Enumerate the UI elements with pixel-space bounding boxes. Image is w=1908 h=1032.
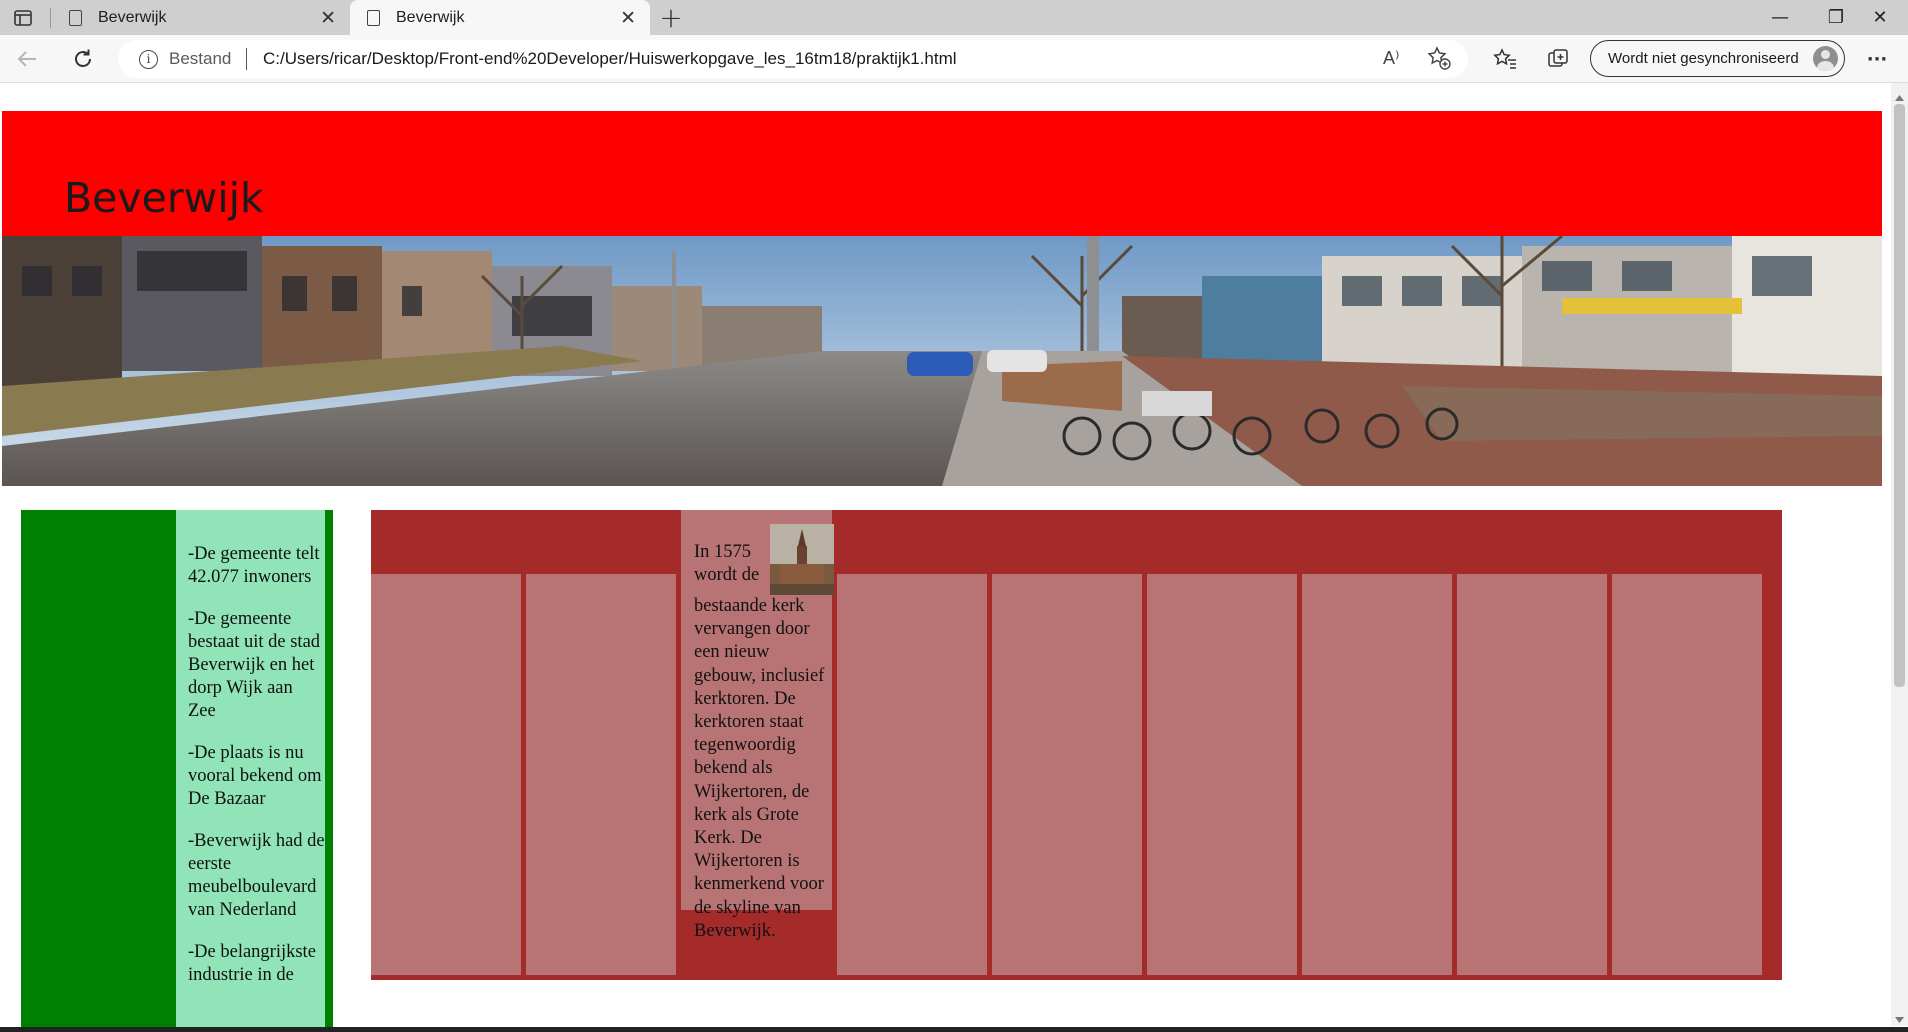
favorites-button[interactable]	[1488, 42, 1522, 76]
sidebar-facts: -De gemeente telt 42.077 inwoners -De ge…	[176, 510, 325, 1032]
favorites-star-list-icon	[1493, 48, 1516, 69]
page-title: Beverwijk	[64, 174, 264, 222]
tab-title: Beverwijk	[396, 8, 465, 26]
close-tab-icon[interactable]: ✕	[320, 7, 336, 30]
url-text[interactable]: C:/Users/ricar/Desktop/Front-end%20Devel…	[263, 49, 957, 69]
document-icon	[69, 9, 82, 26]
grid-cell	[1147, 574, 1297, 975]
arrow-left-icon	[17, 51, 36, 67]
featured-text-block: In 1575 wordt de bestaande kerk vervange…	[694, 524, 834, 943]
grid-cell	[526, 574, 676, 975]
address-divider	[246, 48, 247, 70]
grid-cell	[1457, 574, 1607, 975]
settings-menu-button[interactable]: ···	[1860, 42, 1894, 76]
collections-button[interactable]	[1541, 42, 1575, 76]
scroll-down-arrow-icon[interactable]	[1893, 1010, 1906, 1023]
grid-cell	[992, 574, 1142, 975]
church-image	[770, 524, 834, 595]
grid-cell	[1302, 574, 1452, 975]
close-icon: ✕	[1872, 7, 1888, 28]
close-tab-icon[interactable]: ✕	[620, 7, 636, 30]
security-label: Bestand	[169, 49, 232, 68]
sync-status-label: Wordt niet gesynchroniseerd	[1608, 50, 1799, 67]
street-photo	[2, 236, 1882, 486]
collections-icon	[1548, 49, 1568, 67]
fact-item: -De gemeente telt 42.077 inwoners	[188, 544, 320, 587]
fact-item: -Beverwijk had de eerste meubelboulevard…	[188, 831, 325, 920]
more-icon: ···	[1866, 48, 1888, 70]
fact-item: -De plaats is nu vooral bekend om De Baz…	[188, 743, 322, 809]
sync-profile-button[interactable]: Wordt niet gesynchroniseerd	[1590, 40, 1845, 77]
plus-icon: +	[659, 0, 683, 34]
tab-beverwijk-1[interactable]: Beverwijk ✕	[52, 0, 350, 35]
avatar	[1813, 46, 1838, 71]
back-button[interactable]	[10, 42, 44, 76]
grid-cell	[371, 574, 521, 975]
restore-icon: ❐	[1827, 7, 1845, 28]
tab-title: Beverwijk	[98, 8, 167, 26]
fact-item: -De belangrijkste industrie in de	[188, 942, 316, 985]
reload-button[interactable]	[66, 42, 100, 76]
grid-cell	[1612, 574, 1762, 975]
tab-beverwijk-2[interactable]: Beverwijk ✕	[350, 0, 650, 35]
featured-text: In 1575 wordt de bestaande kerk vervange…	[694, 542, 825, 941]
read-aloud-icon[interactable]: A⁾	[1383, 48, 1399, 69]
close-window-button[interactable]: ✕	[1852, 0, 1908, 35]
info-icon: i	[139, 50, 158, 69]
taskbar-edge	[0, 1027, 1908, 1032]
refresh-icon	[75, 49, 91, 67]
header-banner	[2, 111, 1882, 236]
tab-separator	[50, 8, 51, 28]
scroll-up-arrow-icon[interactable]	[1893, 88, 1906, 101]
minimize-icon: —	[1771, 7, 1789, 28]
document-icon	[367, 9, 380, 26]
scrollbar-thumb[interactable]	[1894, 104, 1905, 687]
add-favorite-icon[interactable]	[1426, 45, 1452, 71]
fact-item: -De gemeente bestaat uit de stad Beverwi…	[188, 609, 321, 721]
minimize-button[interactable]: —	[1752, 0, 1808, 35]
tab-actions-icon[interactable]	[8, 3, 38, 33]
new-tab-button[interactable]: +	[654, 0, 688, 34]
address-bar[interactable]: i Bestand C:/Users/ricar/Desktop/Front-e…	[118, 40, 1468, 78]
grid-cell	[837, 574, 987, 975]
